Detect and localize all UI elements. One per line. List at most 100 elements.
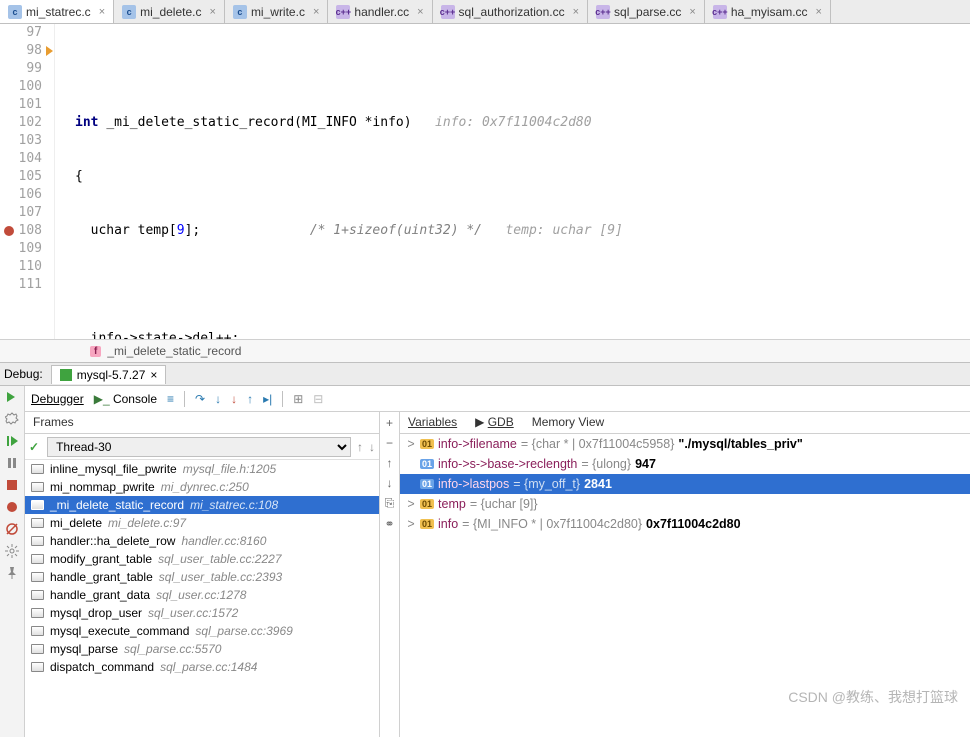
frames-list[interactable]: inline_mysql_file_pwrite mysql_file.h:12… [25,460,379,737]
file-tab[interactable]: c++sql_authorization.cc× [433,0,589,23]
close-icon[interactable]: × [210,6,216,18]
variables-list[interactable]: >01 info->filename = {char * | 0x7f11004… [400,434,970,737]
up-icon[interactable]: ↑ [387,456,393,470]
down-icon[interactable]: ↓ [387,476,393,490]
debugger-tab[interactable]: Debugger [31,392,84,406]
line-number[interactable]: 97 [0,24,42,42]
code-editor: 9798991001011021031041051061071081091101… [0,24,970,339]
file-icon: c++ [596,5,610,19]
remove-watch-icon[interactable]: − [386,436,393,450]
force-step-into-icon[interactable]: ↓ [231,392,237,406]
view-breakpoints-icon[interactable] [5,500,19,514]
gear-icon[interactable] [5,544,19,558]
line-number[interactable]: 108 [0,222,42,240]
line-number[interactable]: 109 [0,240,42,258]
stack-frame[interactable]: handle_grant_table sql_user_table.cc:239… [25,568,379,586]
line-number[interactable]: 101 [0,96,42,114]
line-number[interactable]: 107 [0,204,42,222]
line-number[interactable]: 104 [0,150,42,168]
step-over-icon[interactable]: ↷ [195,392,205,406]
next-frame-icon[interactable]: ↓ [369,440,375,454]
stack-frame[interactable]: modify_grant_table sql_user_table.cc:222… [25,550,379,568]
line-number[interactable]: 98 [0,42,42,60]
frames-header: Frames [25,412,379,434]
settings-icon[interactable] [5,412,19,426]
line-number[interactable]: 111 [0,276,42,294]
file-tabs: cmi_statrec.c×cmi_delete.c×cmi_write.c×c… [0,0,970,24]
step-into-icon[interactable]: ↓ [215,392,221,406]
add-watch-icon[interactable]: + [386,416,393,430]
debug-session-tab[interactable]: mysql-5.7.27 × [51,365,167,384]
line-number[interactable]: 100 [0,78,42,96]
expand-icon[interactable]: > [406,437,416,451]
stack-frame[interactable]: mysql_drop_user sql_user.cc:1572 [25,604,379,622]
more-icon[interactable]: ⊟ [313,392,323,406]
gdb-tab[interactable]: ▶ GDB [475,415,514,430]
stack-frame[interactable]: _mi_delete_static_record mi_statrec.c:10… [25,496,379,514]
debug-label: Debug: [4,367,43,381]
file-tab[interactable]: cmi_statrec.c× [0,0,114,23]
debug-toolbar: Debugger ▶_ Console ≡ ↷ ↓ ↓ ↑ ▸| ⊞ ⊟ [25,386,970,412]
evaluate-icon[interactable]: ⊞ [293,392,303,406]
pin-icon[interactable] [5,566,19,580]
variable-row[interactable]: >01 info = {MI_INFO * | 0x7f11004c2d80} … [400,514,970,534]
stack-frame[interactable]: mysql_execute_command sql_parse.cc:3969 [25,622,379,640]
file-tab[interactable]: cmi_delete.c× [114,0,225,23]
variable-row[interactable]: >01 info->filename = {char * | 0x7f11004… [400,434,970,454]
link-icon[interactable]: ⚭ [384,517,394,531]
thread-select[interactable]: Thread-30 [47,437,351,457]
close-icon[interactable]: × [150,368,157,382]
line-number[interactable]: 99 [0,60,42,78]
file-tab[interactable]: c++ha_myisam.cc× [705,0,831,23]
resume-icon[interactable] [5,434,19,448]
close-icon[interactable]: × [417,6,423,18]
stack-frame[interactable]: handler::ha_delete_row handler.cc:8160 [25,532,379,550]
line-number[interactable]: 103 [0,132,42,150]
file-tab[interactable]: c++sql_parse.cc× [588,0,705,23]
stack-frame[interactable]: mysql_parse sql_parse.cc:5570 [25,640,379,658]
close-icon[interactable]: × [313,6,319,18]
stack-frame[interactable]: handle_grant_data sql_user.cc:1278 [25,586,379,604]
line-number[interactable]: 105 [0,168,42,186]
close-icon[interactable]: × [816,6,822,18]
stack-frame[interactable]: inline_mysql_file_pwrite mysql_file.h:12… [25,460,379,478]
line-number[interactable]: 102 [0,114,42,132]
stop-icon[interactable] [5,478,19,492]
threads-icon[interactable]: ≡ [167,392,174,406]
frame-icon [31,554,44,564]
variable-row[interactable]: >01 temp = {uchar [9]} [400,494,970,514]
mute-breakpoints-icon[interactable] [5,522,19,536]
code-area[interactable]: int _mi_delete_static_record(MI_INFO *in… [55,24,970,339]
frame-icon [31,590,44,600]
stack-frame[interactable]: mi_delete mi_delete.c:97 [25,514,379,532]
stack-frame[interactable]: mi_nommap_pwrite mi_dynrec.c:250 [25,478,379,496]
pause-icon[interactable] [5,456,19,470]
debug-sidebar [0,386,25,737]
line-number[interactable]: 106 [0,186,42,204]
file-tab[interactable]: cmi_write.c× [225,0,328,23]
expand-icon[interactable]: > [406,497,416,511]
memory-tab[interactable]: Memory View [532,415,604,430]
debug-bar: Debug: mysql-5.7.27 × [0,363,970,386]
file-icon: c++ [441,5,455,19]
line-number[interactable]: 110 [0,258,42,276]
variables-tab[interactable]: Variables [408,415,457,430]
close-icon[interactable]: × [99,6,105,18]
frame-icon [31,536,44,546]
breadcrumb[interactable]: f _mi_delete_static_record [0,339,970,363]
expand-icon[interactable]: > [406,517,416,531]
file-tab[interactable]: c++handler.cc× [328,0,432,23]
variable-row[interactable]: 01 info->s->base->reclength = {ulong} 94… [400,454,970,474]
close-icon[interactable]: × [573,6,579,18]
stack-frame[interactable]: dispatch_command sql_parse.cc:1484 [25,658,379,676]
prev-frame-icon[interactable]: ↑ [357,440,363,454]
variable-row[interactable]: 01 info->lastpos = {my_off_t} 2841 [400,474,970,494]
run-to-cursor-icon[interactable]: ▸| [263,392,272,406]
step-out-icon[interactable]: ↑ [247,392,253,406]
copy-icon[interactable]: ⎘ [385,496,395,511]
close-icon[interactable]: × [689,6,695,18]
console-tab[interactable]: ▶_ Console [94,392,157,406]
rerun-icon[interactable] [5,390,19,404]
run-icon [60,369,72,381]
breadcrumb-fn: _mi_delete_static_record [107,344,241,358]
